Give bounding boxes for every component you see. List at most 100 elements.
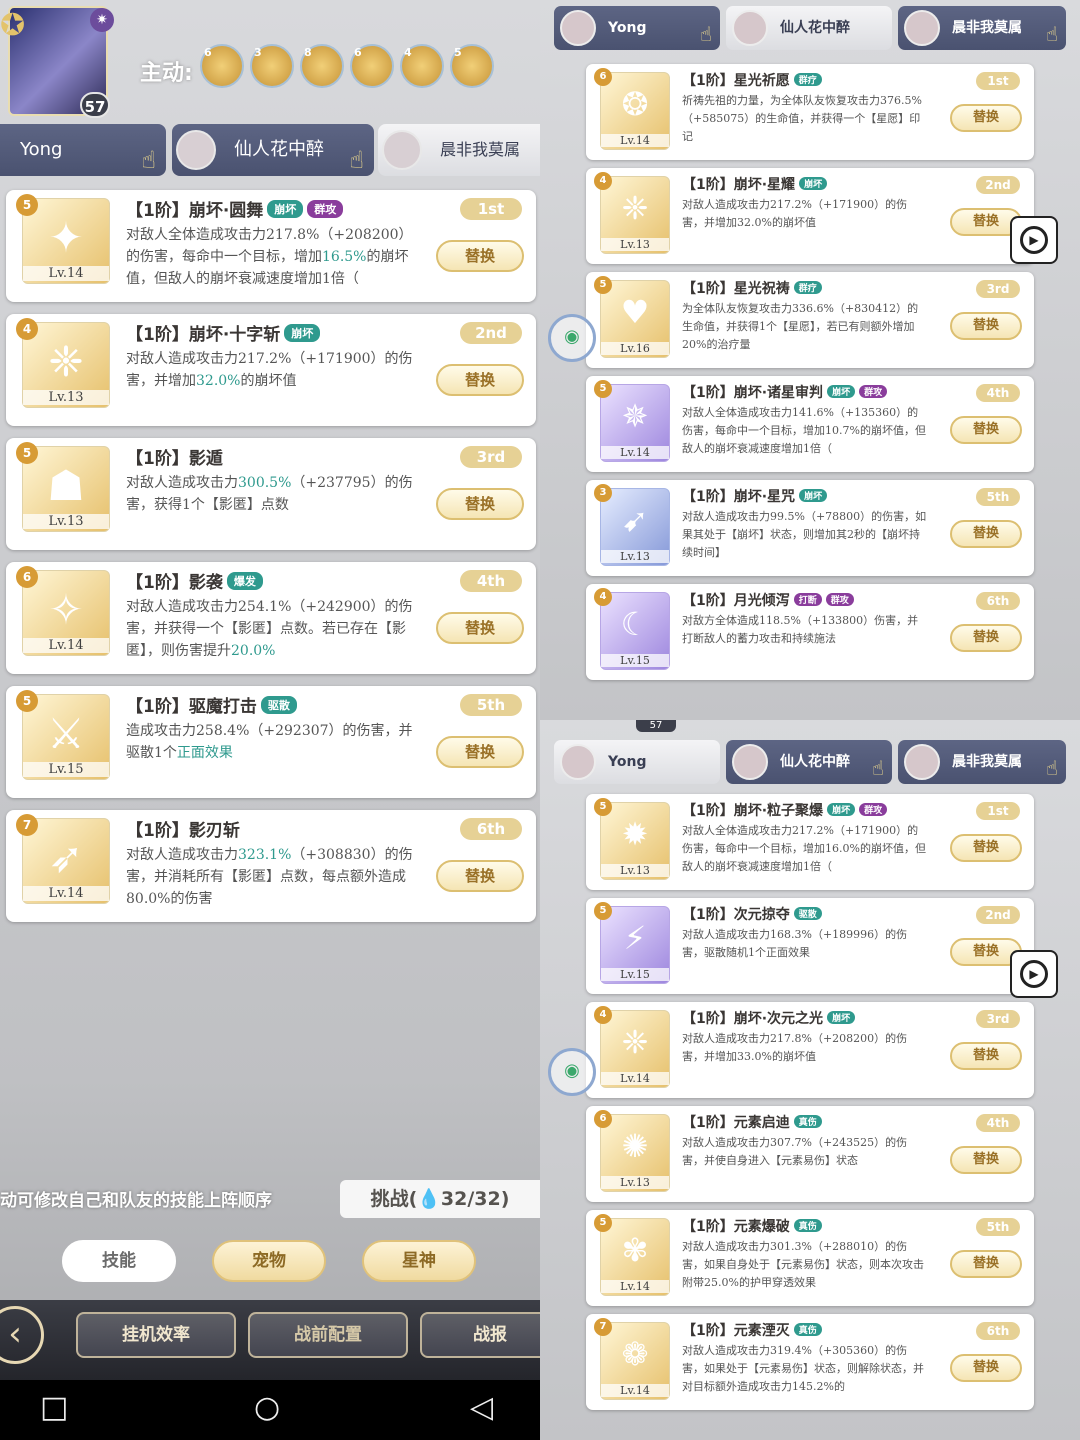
play-button[interactable]: ▶	[1010, 950, 1058, 998]
swap-button[interactable]: 替换	[950, 104, 1022, 132]
skill-card[interactable]: ☾ Lv.15 4 【1阶】月光倾泻 打断 群攻 对敌方全体造成118.5%（+133…	[586, 584, 1034, 680]
skill-star-count: 5	[594, 798, 612, 816]
tab-chenfei[interactable]: 晨非我莫属 ☝	[898, 740, 1066, 784]
skill-card[interactable]: ☗ Lv.13 5 【1阶】影遁 对敌人造成攻击力300.5%（+237795）的…	[6, 438, 536, 550]
skill-tag: 群攻	[307, 200, 344, 218]
skill-card[interactable]: ❂ Lv.14 6 【1阶】星光祈愿 群疗 祈祷先祖的力量，为全体队友恢复攻击力37…	[586, 64, 1034, 160]
desc-text: 造成攻击力258.4%（+292307）的伤害，并驱散1个	[126, 723, 413, 761]
skill-title: 【1阶】影遁	[126, 444, 223, 469]
skill-star-count: 5	[16, 690, 38, 712]
skill-name: 【1阶】元素爆破	[682, 1219, 790, 1235]
tab-skills[interactable]: 技能	[62, 1240, 176, 1282]
active-slot[interactable]: 3	[250, 44, 294, 88]
skill-card[interactable]: ⚔ Lv.15 5 【1阶】驱魔打击 驱散 造成攻击力258.4%（+292307）…	[6, 686, 536, 798]
skill-level: Lv.14	[23, 266, 109, 281]
tab-star-gods[interactable]: 星神	[362, 1240, 476, 1282]
skill-icon: ✹ Lv.13	[600, 802, 670, 880]
rank-badge: 4th	[976, 384, 1020, 402]
play-button[interactable]: ▶	[1010, 216, 1058, 264]
tab-chenfei[interactable]: 晨非我莫属 ☝	[898, 6, 1066, 50]
swap-button[interactable]: 替换	[436, 860, 524, 892]
swap-button[interactable]: 替换	[950, 1354, 1022, 1382]
bottom-right-panel: 57 Yong 仙人花中醉 ☝ 晨非我莫属 ☝ ✹ Lv.13 5 【1阶】崩坏·…	[540, 720, 1080, 1440]
idle-efficiency-button[interactable]: 挂机效率	[76, 1312, 236, 1358]
skill-description: 对敌人造成攻击力168.3%（+189996）的伤害，驱散随机1个正面效果	[682, 928, 908, 959]
tab-xianren[interactable]: 仙人花中醉 ☝	[172, 124, 374, 176]
skill-level: Lv.13	[23, 390, 109, 405]
skill-star-count: 5	[16, 194, 38, 216]
skill-card[interactable]: ✹ Lv.13 5 【1阶】崩坏·粒子聚爆 崩坏 群攻 对敌人全体造成攻击力217.2…	[586, 794, 1034, 890]
swap-button[interactable]: 替换	[436, 364, 524, 396]
hand-icon: ☝	[871, 756, 884, 780]
skill-level: Lv.13	[601, 550, 669, 563]
tab-xianren[interactable]: 仙人花中醉	[726, 6, 892, 50]
skill-description: 对敌人造成攻击力300.5%（+237795）的伤害，获得1个【影匿】点数	[126, 472, 426, 516]
skill-card[interactable]: ♥ Lv.16 5 【1阶】星光祝祷 群疗 为全体队友恢复攻击力336.6%（+83…	[586, 272, 1034, 368]
swap-button[interactable]: 替换	[950, 312, 1022, 340]
hand-icon: ☝	[699, 22, 712, 46]
skill-star-count: 3	[594, 484, 612, 502]
swap-button[interactable]: 替换	[950, 1042, 1022, 1070]
skill-tag: 崩坏	[827, 803, 856, 816]
skill-tag: 群攻	[825, 593, 854, 606]
skill-card[interactable]: ➶ Lv.14 7 【1阶】影刃斩 对敌人造成攻击力323.1%（+308830）…	[6, 810, 536, 922]
skill-card[interactable]: ✾ Lv.14 5 【1阶】元素爆破 真伤 对敌人造成攻击力301.3%（+2880…	[586, 1210, 1034, 1306]
skill-card[interactable]: ❈ Lv.13 4 【1阶】崩坏·十字斩 崩坏 对敌人造成攻击力217.2%（+17…	[6, 314, 536, 426]
rank-badge: 2nd	[976, 176, 1020, 194]
skill-star-count: 5	[594, 380, 612, 398]
skill-card[interactable]: ➹ Lv.13 3 【1阶】崩坏·星咒 崩坏 对敌人造成攻击力99.5%（+7880…	[586, 480, 1034, 576]
challenge-button[interactable]: 挑战(💧32/32)	[340, 1180, 540, 1218]
skill-icon: ✵ Lv.14	[600, 384, 670, 462]
tab-yong[interactable]: Yong ☝	[0, 124, 166, 176]
skill-tag: 崩坏	[284, 324, 321, 342]
rank-badge: 6th	[976, 592, 1020, 610]
swap-button[interactable]: 替换	[436, 488, 524, 520]
skill-description: 对敌人全体造成攻击力217.2%（+171900）的伤害，每命中一个目标，增加1…	[682, 824, 926, 873]
rank-badge: 3rd	[460, 446, 522, 468]
swap-button[interactable]: 替换	[950, 520, 1022, 548]
swap-button[interactable]: 替换	[950, 1146, 1022, 1174]
active-slot[interactable]: 8	[300, 44, 344, 88]
active-slots: 6 3 8 6 4 5	[200, 44, 494, 88]
battle-report-button[interactable]: 战报	[420, 1312, 540, 1358]
skill-description: 对敌方全体造成118.5%（+133800）伤害，并打断敌人的蓄力攻击和持续施法	[682, 614, 919, 645]
recent-apps-icon[interactable]: □	[40, 1390, 68, 1425]
skill-title: 【1阶】元素湮灭 真伤	[682, 1320, 822, 1340]
skill-card[interactable]: ✦ Lv.14 5 【1阶】崩坏·圆舞 崩坏 群攻 对敌人全体造成攻击力217.8%（…	[6, 190, 536, 302]
skill-icon: ⚡ Lv.15	[600, 906, 670, 984]
skill-card[interactable]: ❈ Lv.14 4 【1阶】崩坏·次元之光 崩坏 对敌人造成攻击力217.8%（+2…	[586, 1002, 1034, 1098]
skill-card[interactable]: ⚡ Lv.15 5 【1阶】次元掠夺 驱散 对敌人造成攻击力168.3%（+1899…	[586, 898, 1034, 994]
rank-badge: 4th	[460, 570, 522, 592]
skill-title: 【1阶】次元掠夺 驱散	[682, 904, 822, 924]
swap-button[interactable]: 替换	[950, 834, 1022, 862]
swap-button[interactable]: 替换	[950, 416, 1022, 444]
home-icon[interactable]: ○	[254, 1390, 280, 1425]
tab-xianren[interactable]: 仙人花中醉 ☝	[726, 740, 892, 784]
skill-card[interactable]: ✺ Lv.13 6 【1阶】元素启迪 真伤 对敌人造成攻击力307.7%（+2435…	[586, 1106, 1034, 1202]
active-slot[interactable]: 6	[350, 44, 394, 88]
tab-yong[interactable]: Yong	[554, 740, 720, 784]
active-slot[interactable]: 6	[200, 44, 244, 88]
back-icon[interactable]: ◁	[470, 1390, 493, 1425]
tab-yong[interactable]: Yong ☝	[554, 6, 720, 50]
hand-icon: ☝	[349, 146, 364, 174]
swap-button[interactable]: 替换	[950, 624, 1022, 652]
skill-description: 对敌人造成攻击力323.1%（+308830）的伤害，并消耗所有【影匿】点数，每…	[126, 844, 426, 910]
slot-number: 6	[204, 46, 212, 59]
skill-name: 【1阶】星光祈愿	[682, 73, 790, 89]
swap-button[interactable]: 替换	[436, 240, 524, 272]
skill-card[interactable]: ❁ Lv.14 7 【1阶】元素湮灭 真伤 对敌人造成攻击力319.4%（+3053…	[586, 1314, 1034, 1410]
skill-card[interactable]: ✵ Lv.14 5 【1阶】崩坏·诸星审判 崩坏 群攻 对敌人全体造成攻击力141.6…	[586, 376, 1034, 472]
tab-chenfei[interactable]: 晨非我莫属	[378, 124, 540, 176]
skill-tag: 驱散	[793, 907, 822, 920]
skill-card[interactable]: ❈ Lv.13 4 【1阶】崩坏·星耀 崩坏 对敌人造成攻击力217.2%（+171…	[586, 168, 1034, 264]
active-slot[interactable]: 4	[400, 44, 444, 88]
prebattle-config-button[interactable]: 战前配置	[248, 1312, 408, 1358]
tab-pets[interactable]: 宠物	[212, 1240, 326, 1282]
swap-button[interactable]: 替换	[436, 736, 524, 768]
active-slot[interactable]: 5	[450, 44, 494, 88]
skill-title: 【1阶】影袭 爆发	[126, 568, 263, 593]
skill-card[interactable]: ✧ Lv.14 6 【1阶】影袭 爆发 对敌人造成攻击力254.1%（+242900…	[6, 562, 536, 674]
swap-button[interactable]: 替换	[950, 1250, 1022, 1278]
swap-button[interactable]: 替换	[436, 612, 524, 644]
